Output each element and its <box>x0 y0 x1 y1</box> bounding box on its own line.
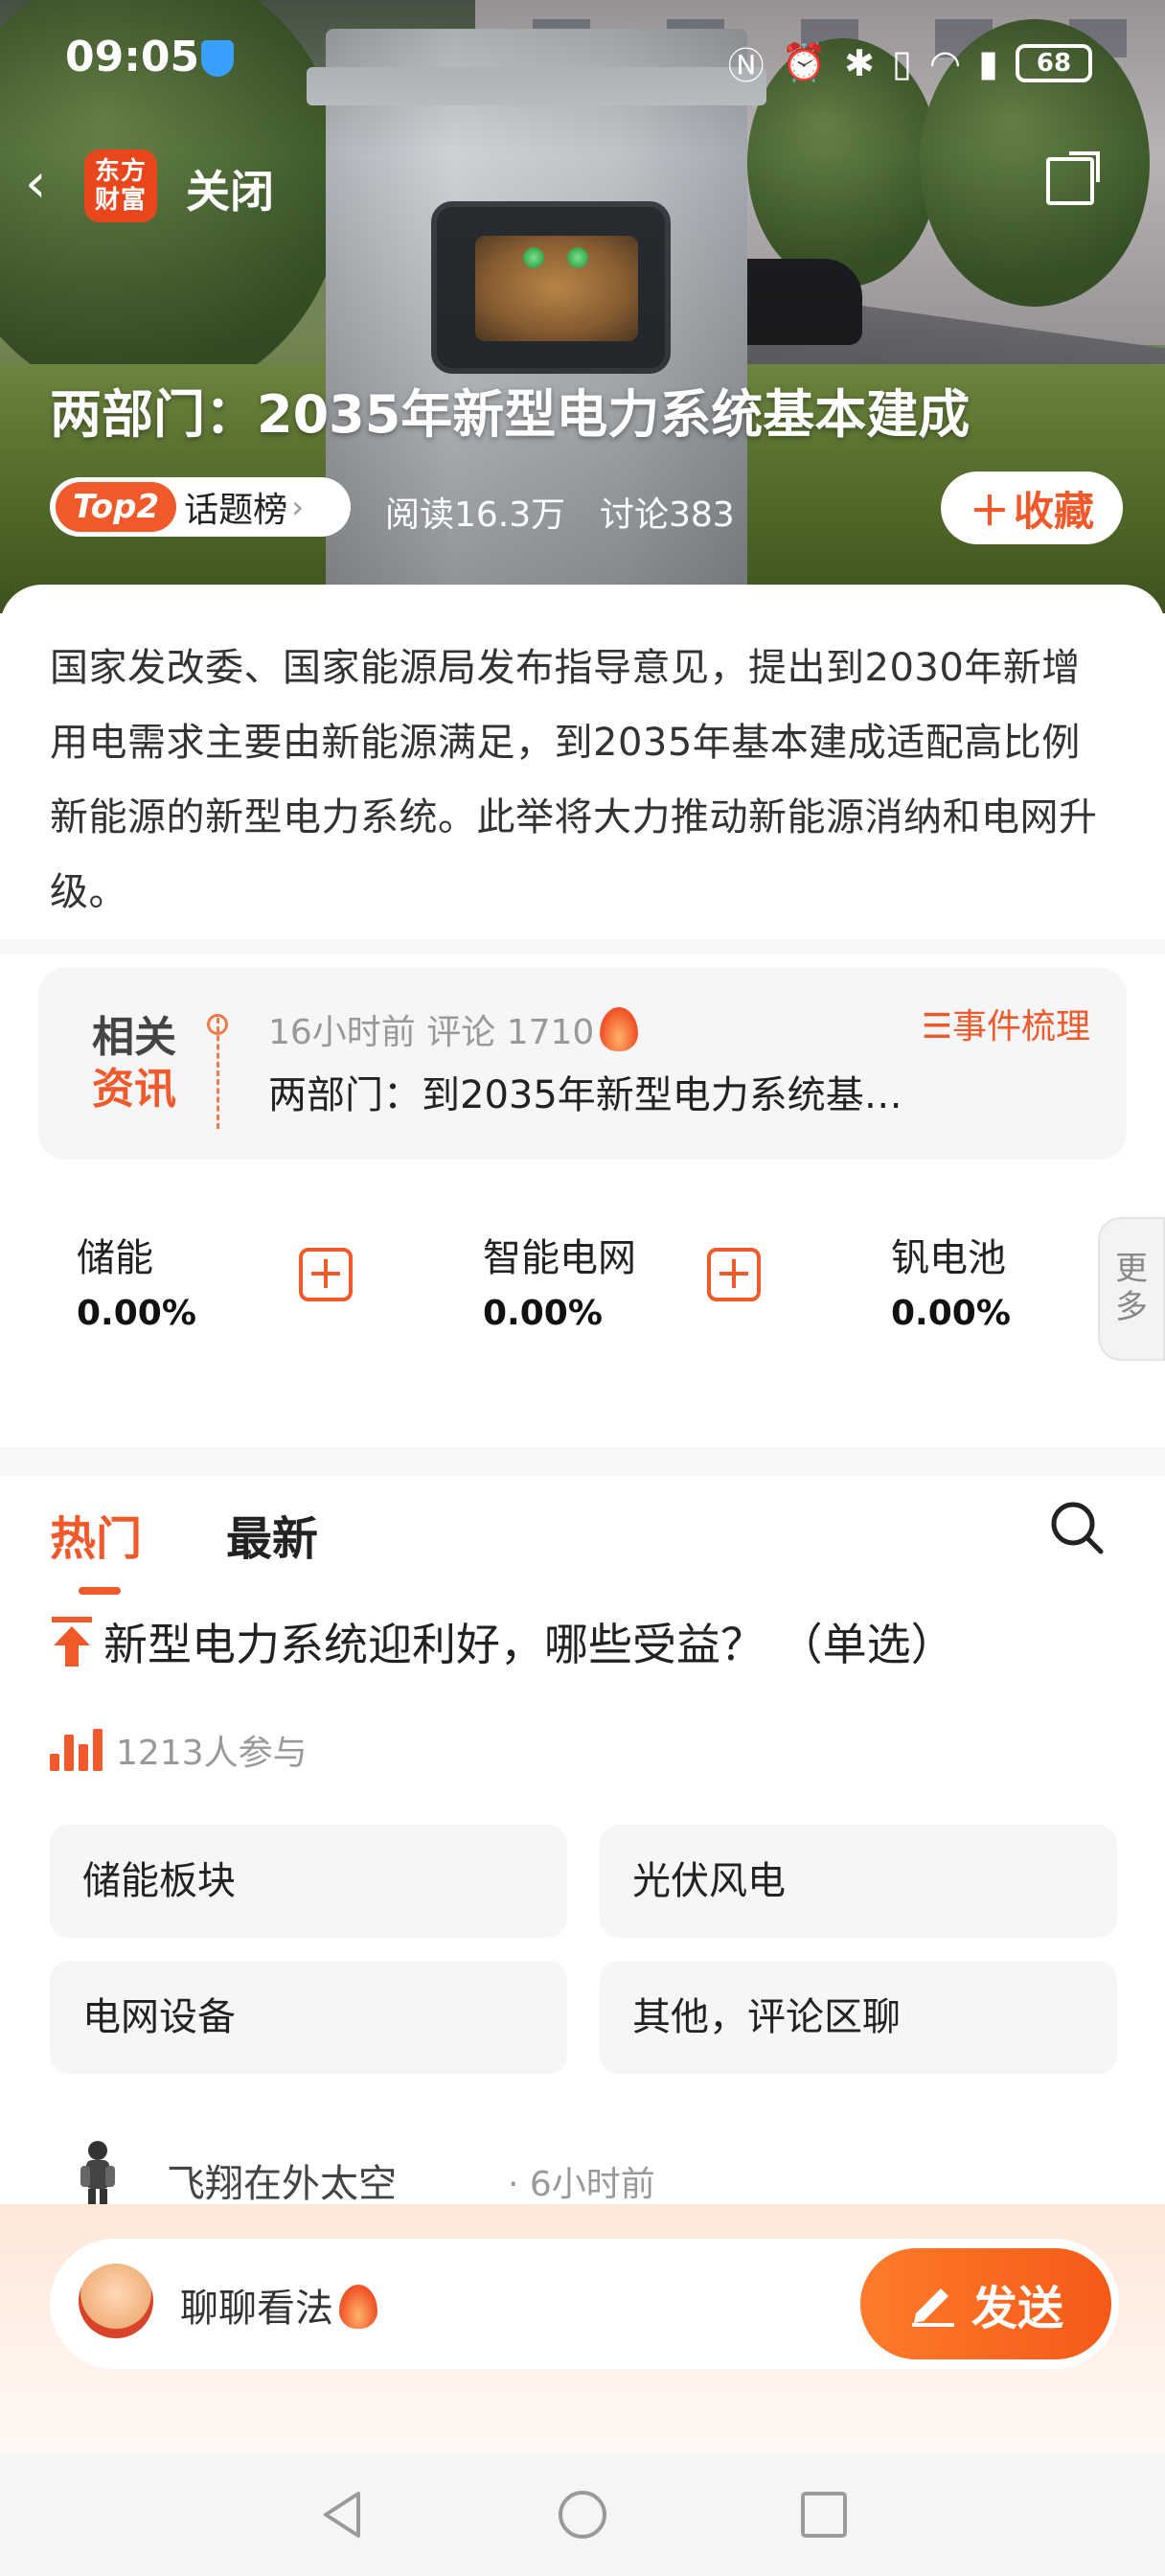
related-news-headline[interactable]: 两部门：到2035年新型电力系统基… <box>268 1064 902 1119</box>
favorite-button[interactable]: ＋ 收藏 <box>941 472 1123 544</box>
nav-recents-icon[interactable] <box>797 2488 851 2542</box>
feed-tabs: 热门 最新 <box>0 1476 1165 1595</box>
wifi-icon: ◠ <box>928 41 962 84</box>
related-news-card[interactable]: 相关 资讯 16小时前 评论 1710 两部门：到2035年新型电力系统基… ☰… <box>38 968 1127 1160</box>
add-watchlist-icon[interactable]: + <box>707 1248 761 1301</box>
related-news-meta: 16小时前 评论 1710 <box>268 1004 639 1054</box>
rank-label: 话题榜 <box>184 491 288 530</box>
list-icon: ☰ <box>921 1007 952 1046</box>
related-stocks-row: 储能 0.00% + 智能电网 0.00% + 钒电池 0.00% 更 多 <box>0 1208 1165 1380</box>
stock-name: 智能电网 <box>483 1236 636 1280</box>
vibrate-icon: ▯ <box>891 41 912 84</box>
topic-title: 两部门：2035年新型电力系统基本建成 <box>50 384 971 445</box>
timeline-line <box>217 1018 219 1129</box>
tab-hot[interactable]: 热门 <box>50 1501 142 1568</box>
chevron-right-icon: › <box>291 489 304 525</box>
event-timeline-button[interactable]: ☰事件梳理 <box>922 999 1090 1048</box>
security-shield-icon <box>201 40 234 77</box>
related-news-tag: 相关 资讯 <box>92 1013 176 1114</box>
status-bar: 09:05 Ⓝ ⏰ ✱ ▯ ◠ ▮ 68 <box>0 27 1165 94</box>
stock-name: 储能 <box>77 1236 153 1280</box>
nav-back-icon[interactable] <box>316 2488 370 2542</box>
stock-item[interactable]: 钒电池 0.00% <box>891 1227 1011 1333</box>
stock-item[interactable]: 储能 0.00% <box>77 1227 196 1333</box>
topic-meta-row: Top2 话题榜 › 阅读16.3万 讨论383 ＋ 收藏 <box>50 472 1123 544</box>
more-stocks-button[interactable]: 更 多 <box>1098 1217 1165 1361</box>
poll-option[interactable]: 电网设备 <box>50 1961 567 2074</box>
battery-icon: 68 <box>1016 43 1092 82</box>
signal-icon: ▮ <box>978 41 998 84</box>
stock-change: 0.00% <box>77 1294 196 1333</box>
trending-up-icon <box>52 1617 92 1667</box>
search-icon[interactable] <box>1048 1499 1106 1556</box>
poll-participants: 1213人参与 <box>50 1725 308 1775</box>
poll-option[interactable]: 其他，评论区聊 <box>600 1961 1117 2074</box>
top-navigation: ‹ 东方 财富 关闭 <box>0 144 1165 222</box>
topic-rank-pill[interactable]: Top2 话题榜 › <box>50 477 351 537</box>
add-watchlist-icon[interactable]: + <box>299 1248 353 1301</box>
back-arrow-icon[interactable]: ‹ <box>25 157 46 211</box>
poll-question: 新型电力系统迎利好，哪些受益？ （单选） <box>50 1610 955 1673</box>
avatar[interactable] <box>71 2137 125 2214</box>
bar-chart-icon <box>50 1729 103 1771</box>
comment-input-placeholder[interactable]: 聊聊看法 <box>180 2277 377 2333</box>
comment-username[interactable]: 飞翔在外太空 <box>167 2152 397 2208</box>
read-count: 阅读16.3万 <box>385 495 566 535</box>
fire-icon <box>339 2285 377 2329</box>
bluetooth-icon: ✱ <box>844 41 875 84</box>
edit-pencil-icon <box>911 2288 954 2327</box>
stock-change: 0.00% <box>891 1294 1011 1333</box>
topic-summary-card: 国家发改委、国家能源局发布指导意见，提出到2030年新增用电需求主要由新能源满足… <box>0 585 1165 939</box>
tab-latest[interactable]: 最新 <box>226 1501 318 1568</box>
active-tab-indicator <box>79 1587 121 1595</box>
send-button[interactable]: 发送 <box>860 2248 1111 2359</box>
nav-home-icon[interactable] <box>556 2488 609 2542</box>
nfc-icon: Ⓝ <box>727 45 765 87</box>
fire-icon <box>600 1007 639 1051</box>
stock-item[interactable]: 智能电网 0.00% <box>483 1227 636 1333</box>
share-icon[interactable] <box>1046 151 1100 205</box>
divider <box>0 939 1165 954</box>
rank-badge: Top2 <box>56 482 177 532</box>
status-time: 09:05 <box>65 33 200 81</box>
close-button[interactable]: 关闭 <box>186 157 274 220</box>
app-logo: 东方 财富 <box>84 150 157 222</box>
divider <box>0 1447 1165 1476</box>
plus-icon: ＋ <box>969 487 1010 535</box>
comment-time: · 6小时前 <box>508 2165 655 2204</box>
poll-option[interactable]: 光伏风电 <box>600 1825 1117 1938</box>
mascot-avatar-icon <box>79 2264 153 2338</box>
system-navigation-bar <box>0 2453 1165 2576</box>
comment-input-bar[interactable]: 聊聊看法 发送 <box>50 2239 1119 2369</box>
stock-change: 0.00% <box>483 1294 603 1333</box>
poll-option[interactable]: 储能板块 <box>50 1825 567 1938</box>
alarm-icon: ⏰ <box>781 41 828 83</box>
comment-item[interactable]: 飞翔在外太空 · 6小时前 <box>61 2137 1115 2212</box>
stock-name: 钒电池 <box>891 1236 1006 1280</box>
discussion-count: 讨论383 <box>600 495 735 535</box>
topic-summary: 国家发改委、国家能源局发布指导意见，提出到2030年新增用电需求主要由新能源满足… <box>50 646 1098 914</box>
